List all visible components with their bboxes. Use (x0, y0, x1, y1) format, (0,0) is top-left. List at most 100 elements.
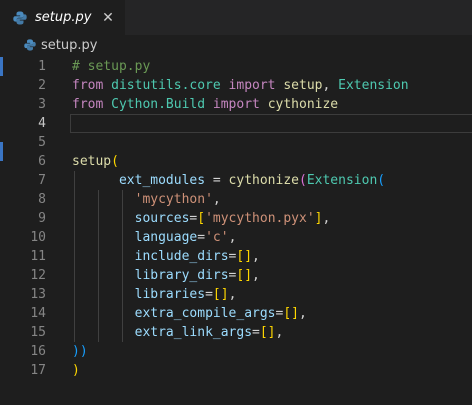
code-token: ( (111, 154, 119, 169)
code-token: , (228, 230, 237, 245)
code-token: = (197, 230, 206, 245)
code-token: libraries (134, 287, 206, 302)
code-token: [] (236, 249, 253, 264)
line-number: 14 (30, 306, 46, 321)
code-text: include_dirs=[], (72, 248, 260, 265)
code-text: # setup.py (72, 58, 150, 75)
code-editor[interactable]: 1 # setup.py 2 from distutils.core import s… (0, 57, 472, 405)
code-line[interactable]: 12 library_dirs=[], (0, 266, 472, 285)
code-text: sources=['mycython.pyx'], (72, 210, 331, 227)
line-number: 1 (38, 59, 46, 74)
line-number: 3 (38, 97, 46, 112)
python-icon (13, 11, 27, 25)
code-token: , (322, 211, 331, 226)
code-token: , (275, 325, 284, 340)
code-token: library_dirs (134, 268, 229, 283)
code-line[interactable]: 6 setup( (0, 152, 472, 171)
line-number: 13 (30, 287, 46, 302)
code-line[interactable]: 14 extra_compile_args=[], (0, 304, 472, 323)
code-line[interactable]: 7 ext_modules = cythonize(Extension( (0, 171, 472, 190)
code-text: language='c', (72, 229, 237, 246)
tab-setup-py[interactable]: setup.py ✕ (0, 0, 125, 35)
code-text: ) (72, 362, 80, 379)
code-token: 'mycython' (134, 192, 213, 207)
code-token: ext_modules (118, 173, 206, 188)
line-number: 17 (30, 363, 46, 378)
code-token: 'c' (205, 230, 229, 245)
breadcrumb: setup.py (0, 35, 472, 57)
code-line[interactable]: 9 sources=['mycython.pyx'], (0, 209, 472, 228)
code-token: Extension (338, 78, 409, 93)
line-number: 12 (30, 268, 46, 283)
code-text: libraries=[], (72, 286, 237, 303)
code-token: distutils.core (111, 78, 221, 93)
tab-label: setup.py (35, 10, 92, 25)
code-token: # setup.py (72, 59, 151, 74)
code-line[interactable]: 11 include_dirs=[], (0, 247, 472, 266)
code-line[interactable]: 8 'mycython', (0, 190, 472, 209)
code-token: from (72, 97, 104, 112)
breadcrumb-file[interactable]: setup.py (41, 38, 97, 53)
code-token: setup (72, 154, 112, 169)
code-token: sources (134, 211, 190, 226)
code-token: 'mycython.pyx' (205, 211, 315, 226)
code-text: extra_compile_args=[], (72, 305, 307, 322)
code-token: ) (72, 363, 80, 378)
code-text: )) (72, 343, 88, 360)
code-text: ext_modules = cythonize(Extension( (72, 172, 385, 189)
code-token: [] (259, 325, 276, 340)
code-token: cythonize (267, 97, 339, 112)
code-token: = (205, 287, 213, 302)
code-token: Cython.Build (111, 97, 206, 112)
code-token: , (228, 287, 237, 302)
code-line[interactable]: 5 (0, 133, 472, 152)
code-line[interactable]: 16)) (0, 342, 472, 361)
code-token: [] (236, 268, 253, 283)
code-token: = (252, 325, 260, 340)
code-token: , (299, 306, 307, 321)
code-line[interactable]: 3 from Cython.Build import cythonize (0, 95, 472, 114)
code-text: from distutils.core import setup, Extens… (72, 77, 409, 94)
code-token: Extension (306, 173, 378, 188)
code-token: extra_link_args (134, 325, 253, 340)
close-icon[interactable]: ✕ (98, 8, 118, 28)
tab-bar: setup.py ✕ (0, 0, 472, 35)
code-line[interactable]: 2 from distutils.core import setup, Exten… (0, 76, 472, 95)
code-line[interactable]: 15 extra_link_args=[], (0, 323, 472, 342)
code-token: import (212, 97, 260, 112)
code-text: from Cython.Build import cythonize (72, 96, 338, 113)
line-number: 11 (30, 249, 46, 264)
line-number: 7 (38, 173, 46, 188)
line-number: 2 (38, 78, 46, 93)
code-line[interactable]: 4 (0, 114, 472, 133)
code-line[interactable]: 1 # setup.py (0, 57, 472, 76)
code-token: [ (197, 211, 206, 226)
code-token: [] (283, 306, 299, 321)
code-token: setup (283, 78, 323, 93)
code-token: import (228, 78, 276, 93)
code-text: extra_link_args=[], (72, 324, 284, 341)
code-line[interactable]: 10 language='c', (0, 228, 472, 247)
line-number: 4 (38, 116, 46, 131)
code-token: , (212, 192, 221, 207)
code-line[interactable]: 13 libraries=[], (0, 285, 472, 304)
line-number: 16 (30, 344, 46, 359)
code-token: include_dirs (134, 249, 229, 264)
code-token: = (205, 173, 229, 188)
current-line-highlight (70, 114, 472, 133)
code-token: ( (377, 173, 386, 188)
line-number: 10 (30, 230, 46, 245)
code-token: [] (212, 287, 229, 302)
python-icon (24, 39, 36, 51)
code-line[interactable]: 17) (0, 361, 472, 380)
